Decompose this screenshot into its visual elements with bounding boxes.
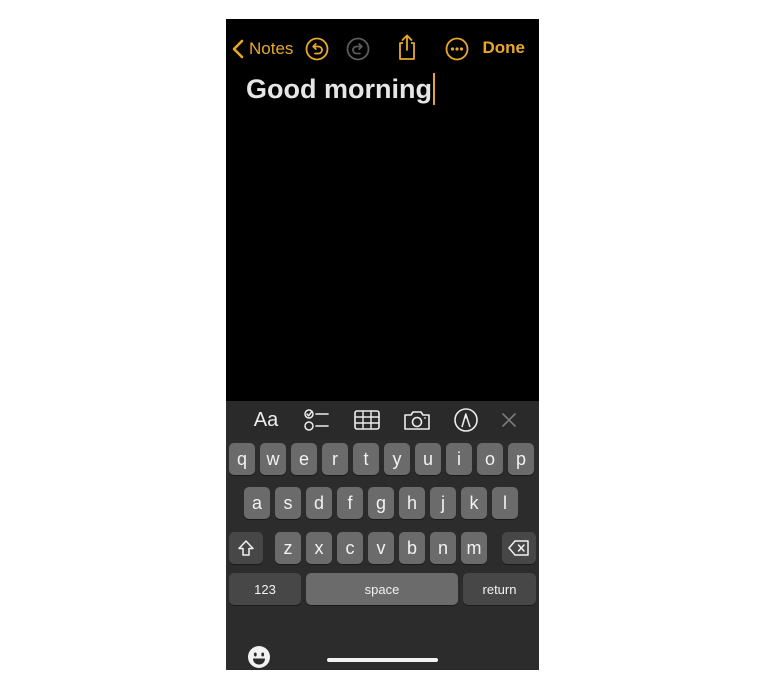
navigation-bar: Notes Done [226, 19, 539, 77]
home-indicator[interactable] [327, 658, 438, 662]
return-key[interactable]: return [463, 573, 536, 605]
shift-icon [238, 540, 254, 556]
key-g[interactable]: g [368, 487, 394, 519]
key-h[interactable]: h [399, 487, 425, 519]
done-button[interactable]: Done [483, 38, 526, 58]
close-toolbar-button[interactable] [498, 401, 520, 439]
text-style-button[interactable]: Aa [250, 401, 282, 439]
key-s[interactable]: s [275, 487, 301, 519]
delete-key[interactable] [502, 532, 536, 564]
key-i[interactable]: i [446, 443, 472, 475]
camera-icon [404, 411, 430, 430]
table-icon [354, 410, 380, 430]
key-j[interactable]: j [430, 487, 456, 519]
camera-button[interactable] [402, 401, 432, 439]
key-c[interactable]: c [337, 532, 363, 564]
key-l[interactable]: l [492, 487, 518, 519]
more-icon [445, 37, 469, 61]
delete-icon [508, 540, 529, 556]
key-a[interactable]: a [244, 487, 270, 519]
key-v[interactable]: v [368, 532, 394, 564]
key-p[interactable]: p [508, 443, 534, 475]
key-e[interactable]: e [291, 443, 317, 475]
key-q[interactable]: q [229, 443, 255, 475]
note-title-text: Good morning [246, 73, 432, 104]
close-icon [502, 413, 516, 427]
key-n[interactable]: n [430, 532, 456, 564]
key-r[interactable]: r [322, 443, 348, 475]
markup-icon [454, 408, 478, 432]
share-icon [399, 34, 415, 60]
note-title[interactable]: Good morning [246, 73, 435, 105]
key-d[interactable]: d [306, 487, 332, 519]
key-m[interactable]: m [461, 532, 487, 564]
more-button[interactable] [444, 36, 470, 62]
redo-button[interactable] [345, 36, 371, 62]
checklist-icon [304, 409, 329, 431]
share-button[interactable] [395, 33, 419, 61]
table-button[interactable] [352, 401, 382, 439]
key-b[interactable]: b [399, 532, 425, 564]
key-z[interactable]: z [275, 532, 301, 564]
back-label: Notes [249, 39, 294, 58]
shift-key[interactable] [229, 532, 263, 564]
space-key[interactable]: space [306, 573, 458, 605]
checklist-button[interactable] [302, 401, 332, 439]
emoji-icon [248, 646, 270, 668]
redo-icon [346, 37, 370, 61]
key-f[interactable]: f [337, 487, 363, 519]
text-cursor [432, 73, 435, 105]
format-toolbar: Aa [226, 401, 539, 439]
key-w[interactable]: w [260, 443, 286, 475]
back-to-notes-button[interactable]: Notes [232, 36, 293, 62]
keyboard: q w e r t y u i o p a s d f g h j k l z … [226, 439, 539, 670]
key-u[interactable]: u [415, 443, 441, 475]
undo-icon [305, 37, 329, 61]
chevron-left-icon [232, 39, 244, 59]
markup-button[interactable] [451, 401, 481, 439]
key-k[interactable]: k [461, 487, 487, 519]
emoji-button[interactable] [247, 645, 271, 669]
key-y[interactable]: y [384, 443, 410, 475]
numbers-key[interactable]: 123 [229, 573, 301, 605]
key-o[interactable]: o [477, 443, 503, 475]
phone-screen: Notes Done Good morning Aa q w e r t y u… [226, 19, 539, 670]
key-t[interactable]: t [353, 443, 379, 475]
undo-button[interactable] [304, 36, 330, 62]
key-x[interactable]: x [306, 532, 332, 564]
